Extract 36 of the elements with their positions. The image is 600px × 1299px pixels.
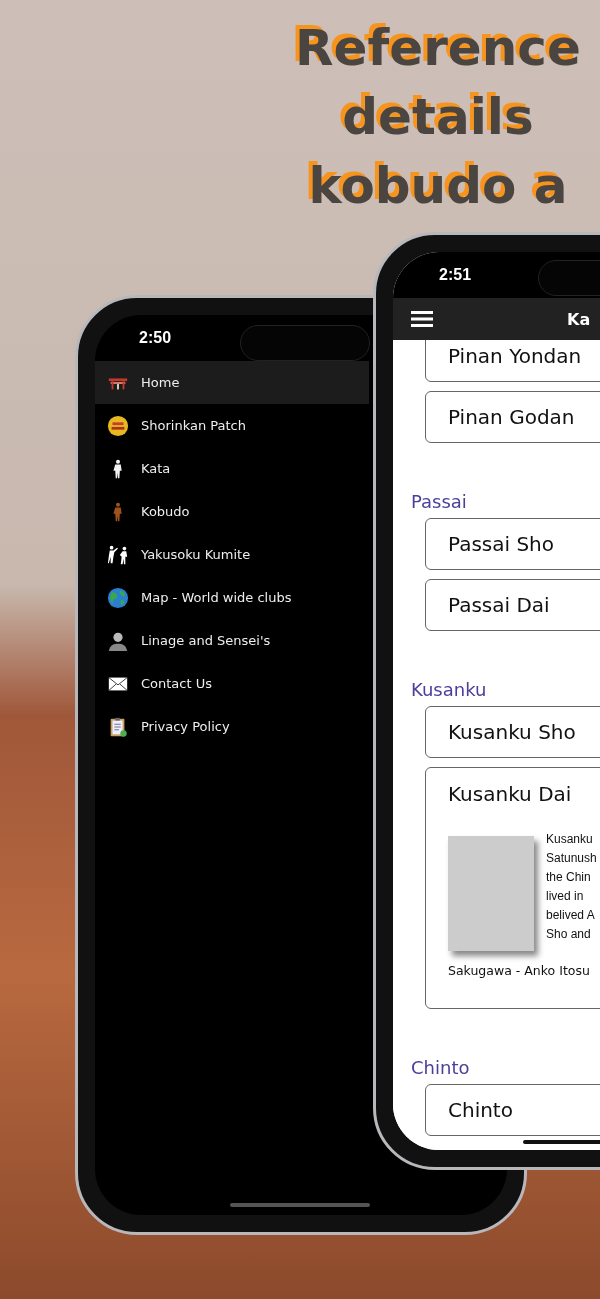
kata-card[interactable]: Pinan Yondan	[425, 340, 600, 382]
description-text: belived A	[546, 907, 596, 924]
menu-item[interactable]: Kata	[95, 447, 369, 490]
headline-text: details	[341, 87, 535, 148]
kata-card[interactable]: Kusanku Sho	[425, 706, 600, 758]
menu-item[interactable]: Home	[95, 361, 369, 404]
status-time: 2:50	[139, 329, 172, 347]
description-text: Satunush	[546, 850, 597, 867]
patch-icon	[107, 414, 129, 437]
menu-item[interactable]: Map - World wide clubs	[95, 576, 369, 619]
headline-text: kobudo a	[307, 156, 569, 217]
kata-card[interactable]: Kusanku Dai Kusanku Satunush the Chin lived in belived A Sho and Sakugawa - Anko Itosu	[425, 767, 600, 1009]
menu-item[interactable]: Contact Us	[95, 662, 369, 705]
caption-text: Sakugawa - Anko Itosu	[448, 963, 591, 978]
kata-card[interactable]: Chinto	[425, 1084, 600, 1136]
kata-card[interactable]: Passai Sho	[425, 518, 600, 570]
kicking-figures-icon	[107, 543, 129, 566]
menu-item[interactable]: Yakusoku Kumite	[95, 533, 369, 576]
status-time: 2:51	[439, 266, 472, 284]
menu-icon[interactable]	[411, 310, 433, 328]
menu-item[interactable]: Linage and Sensei's	[95, 619, 369, 662]
globe-icon	[107, 586, 129, 609]
menu-item[interactable]: Shorinkan Patch	[95, 404, 369, 447]
kata-card[interactable]: Pinan Godan	[425, 391, 600, 443]
kata-card[interactable]: Passai Dai	[425, 579, 600, 631]
menu-item[interactable]: Privacy Policy	[95, 705, 369, 748]
toolbar-title: Ka	[567, 309, 591, 329]
headline-text: Reference	[294, 18, 582, 79]
description-text: Kusanku	[546, 831, 594, 848]
section-heading: Passai	[411, 491, 468, 512]
section-heading: Kusanku	[411, 679, 488, 700]
description-text: Sho and	[546, 926, 592, 943]
description-text: the Chin	[546, 869, 592, 886]
section-heading: Chinto	[411, 1057, 471, 1078]
menu-item[interactable]: Kobudo	[95, 490, 369, 533]
description-text: lived in	[546, 888, 585, 905]
